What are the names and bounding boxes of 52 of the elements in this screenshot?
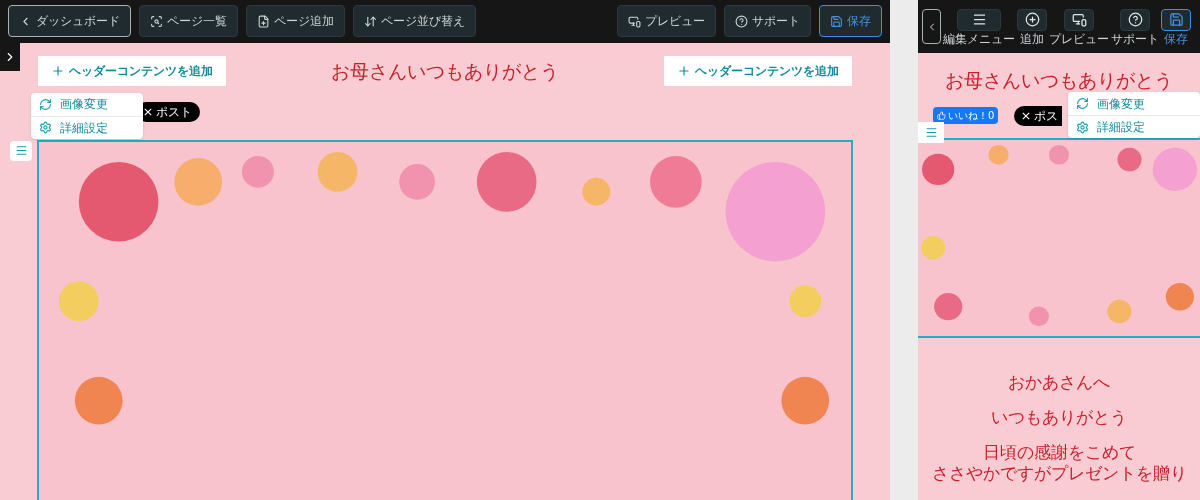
menu-icon [14,144,28,158]
search-page-icon [150,14,163,28]
toolbar-button[interactable]: ページ追加 [246,5,345,38]
toolbar-button[interactable] [1064,8,1094,31]
like-badge[interactable]: いいね！0 [933,106,999,124]
file-plus-icon [257,14,270,28]
page-title: お母さんいつもありがとう [944,68,1174,93]
toolbar-button[interactable] [1120,8,1150,31]
gear-icon [1076,120,1089,134]
toolbar-button[interactable] [957,8,1001,31]
toolbar-label: 編集メニュー [943,32,1015,45]
toolbar-label: 追加 [1020,32,1044,45]
help-icon [735,14,748,28]
back-button[interactable] [922,9,941,44]
plus-icon [677,63,691,78]
refresh-icon [1076,97,1089,110]
devices-icon [628,14,641,28]
toolbar-button[interactable]: ページ並び替え [353,5,476,38]
sidebar-toggle[interactable] [0,42,20,71]
message-line: ささやかですがプレゼントを贈り [931,463,1187,485]
plus-icon [51,63,65,78]
add-header-button[interactable]: ヘッダーコンテンツを追加 [664,55,852,86]
menu-icon [971,12,987,27]
x-logo-icon [1022,111,1030,120]
toolbar-button[interactable]: ページ一覧 [139,5,238,38]
save-icon [1168,12,1184,27]
message-line: いつもありがとう [991,406,1127,428]
page-title: お母さんいつもありがとう [331,58,559,84]
save-icon [830,14,843,28]
gear-icon [39,121,52,135]
toolbar-label: 保存 [1164,32,1188,45]
toolbar-button[interactable]: ダッシュボード [8,5,131,38]
devices-icon [1071,12,1087,27]
post-badge[interactable]: ポス [1014,105,1062,126]
x-logo-icon [144,107,152,116]
toolbar-button[interactable]: 保存 [819,5,882,38]
toolbar-label: プレビュー [1049,32,1109,45]
sort-arrows-icon [364,14,377,28]
toolbar-button[interactable] [1017,8,1047,31]
plus-circle-icon [1024,12,1040,27]
thumbs-up-icon [937,110,946,120]
message-line: おかあさんへ [1008,371,1110,393]
add-header-button[interactable]: ヘッダーコンテンツを追加 [38,55,226,86]
toolbar-button[interactable]: プレビュー [617,5,716,38]
toolbar-button[interactable]: サポート [724,5,811,38]
menu-icon [924,126,938,139]
message-line: 日頃の感謝をこめて [982,442,1136,464]
menu-item[interactable]: 画像変更 [1068,92,1200,115]
help-icon [1127,12,1143,27]
menu-item[interactable]: 詳細設定 [31,115,143,139]
refresh-icon [39,97,52,111]
toolbar-label: サポート [1111,32,1159,45]
